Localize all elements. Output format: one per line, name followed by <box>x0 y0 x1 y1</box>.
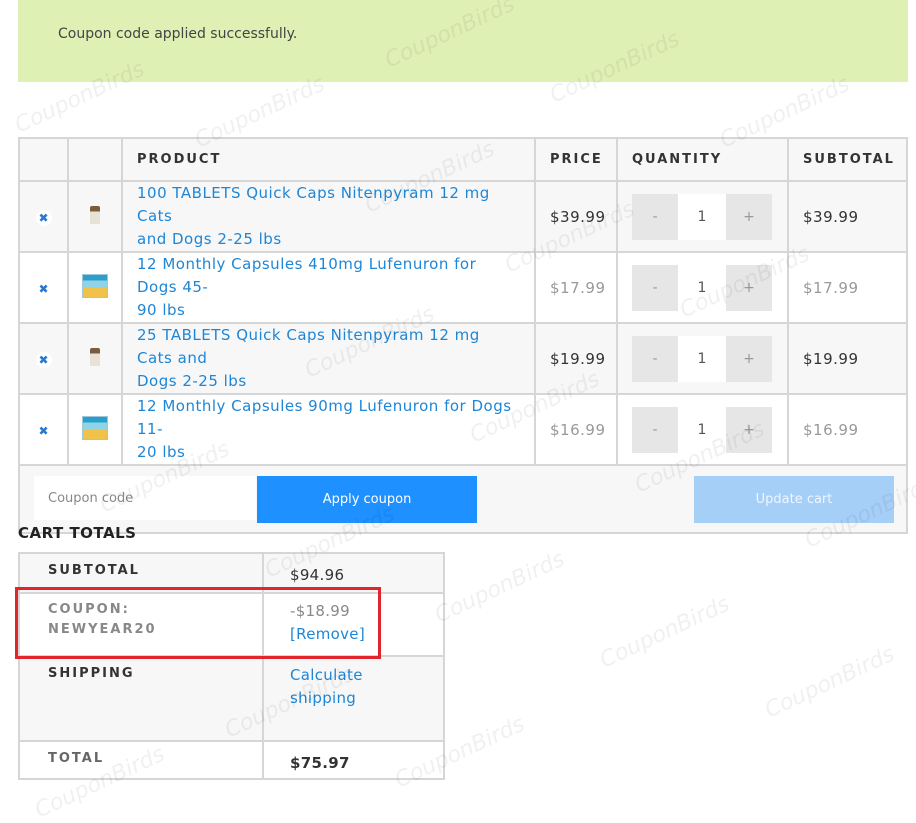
quantity-cell: -1 + <box>616 251 789 324</box>
product-price: $16.99 <box>534 393 618 466</box>
quantity-cell: -1 + <box>616 322 789 395</box>
watermark: CouponBirds <box>431 546 569 629</box>
qty-input[interactable]: 1 <box>678 335 726 382</box>
watermark: CouponBirds <box>761 641 899 724</box>
thumb-cell <box>67 180 123 253</box>
remove-cell: ✖ <box>18 251 69 324</box>
product-price: $17.99 <box>534 251 618 324</box>
update-cart-button[interactable]: Update cart <box>694 476 894 523</box>
header-thumbnail <box>67 137 123 182</box>
quantity-stepper: -1 + <box>632 406 787 453</box>
quantity-cell: -1 + <box>616 180 789 253</box>
product-subtotal: $16.99 <box>787 393 908 466</box>
box-thumbnail[interactable] <box>82 273 108 298</box>
product-name-link[interactable]: 12 Monthly Capsules 90mg Lufenuron for D… <box>121 393 536 466</box>
header-price: PRICE <box>534 137 618 182</box>
remove-item-icon[interactable]: ✖ <box>35 281 52 297</box>
cart-totals-title: CART TOTALS <box>18 524 137 542</box>
product-price: $19.99 <box>534 322 618 395</box>
quantity-stepper: -1 + <box>632 264 787 311</box>
product-subtotal: $17.99 <box>787 251 908 324</box>
qty-minus-button[interactable]: - <box>632 264 678 311</box>
total-value: $75.97 <box>262 740 445 780</box>
total-row: TOTAL $75.97 <box>18 740 445 780</box>
box-thumbnail[interactable] <box>82 415 108 440</box>
qty-plus-button[interactable]: + <box>726 193 772 240</box>
cart-row: ✖ 100 TABLETS Quick Caps Nitenpyram 12 m… <box>18 180 908 253</box>
header-remove <box>18 137 69 182</box>
success-notice: Coupon code applied successfully. <box>18 0 908 82</box>
cart-row: ✖ 12 Monthly Capsules 90mg Lufenuron for… <box>18 393 908 466</box>
product-price: $39.99 <box>534 180 618 253</box>
quantity-stepper: -1 + <box>632 193 787 240</box>
thumb-cell <box>67 393 123 466</box>
remove-cell: ✖ <box>18 322 69 395</box>
product-name-link[interactable]: 100 TABLETS Quick Caps Nitenpyram 12 mg … <box>121 180 536 253</box>
product-subtotal: $19.99 <box>787 322 908 395</box>
cart-header-row: PRODUCT PRICE QUANTITY SUBTOTAL <box>18 137 908 182</box>
remove-item-icon[interactable]: ✖ <box>35 423 52 439</box>
watermark: CouponBirds <box>596 591 734 674</box>
coupon-highlight-box <box>15 587 381 659</box>
apply-coupon-button[interactable]: Apply coupon <box>257 476 477 523</box>
product-name-link[interactable]: 25 TABLETS Quick Caps Nitenpyram 12 mg C… <box>121 322 536 395</box>
quantity-stepper: -1 + <box>632 335 787 382</box>
cart-table: PRODUCT PRICE QUANTITY SUBTOTAL ✖ 100 TA… <box>18 137 908 534</box>
header-product: PRODUCT <box>121 137 536 182</box>
thumb-cell <box>67 251 123 324</box>
cart-actions-cell: Coupon code Apply coupon Update cart <box>18 464 908 534</box>
remove-item-icon[interactable]: ✖ <box>35 210 52 226</box>
cart-actions-row: Coupon code Apply coupon Update cart <box>18 464 908 534</box>
cart-row: ✖ 25 TABLETS Quick Caps Nitenpyram 12 mg… <box>18 322 908 395</box>
coupon-code-input[interactable]: Coupon code <box>34 476 256 520</box>
cart-row: ✖ 12 Monthly Capsules 410mg Lufenuron fo… <box>18 251 908 324</box>
quantity-cell: -1 + <box>616 393 789 466</box>
notice-message: Coupon code applied successfully. <box>58 26 298 42</box>
remove-cell: ✖ <box>18 393 69 466</box>
qty-plus-button[interactable]: + <box>726 335 772 382</box>
product-subtotal: $39.99 <box>787 180 908 253</box>
qty-input[interactable]: 1 <box>678 264 726 311</box>
qty-minus-button[interactable]: - <box>632 193 678 240</box>
shipping-label: SHIPPING <box>18 655 264 742</box>
bottle-thumbnail[interactable] <box>90 205 100 224</box>
qty-minus-button[interactable]: - <box>632 406 678 453</box>
header-quantity: QUANTITY <box>616 137 789 182</box>
remove-cell: ✖ <box>18 180 69 253</box>
qty-plus-button[interactable]: + <box>726 406 772 453</box>
qty-minus-button[interactable]: - <box>632 335 678 382</box>
shipping-row: SHIPPING Calculate shipping <box>18 655 445 742</box>
remove-item-icon[interactable]: ✖ <box>35 352 52 368</box>
bottle-thumbnail[interactable] <box>90 347 100 366</box>
qty-input[interactable]: 1 <box>678 406 726 453</box>
qty-input[interactable]: 1 <box>678 193 726 240</box>
thumb-cell <box>67 322 123 395</box>
total-label: TOTAL <box>18 740 264 780</box>
calculate-shipping-link[interactable]: Calculate shipping <box>262 655 445 742</box>
qty-plus-button[interactable]: + <box>726 264 772 311</box>
product-name-link[interactable]: 12 Monthly Capsules 410mg Lufenuron for … <box>121 251 536 324</box>
header-subtotal: SUBTOTAL <box>787 137 908 182</box>
